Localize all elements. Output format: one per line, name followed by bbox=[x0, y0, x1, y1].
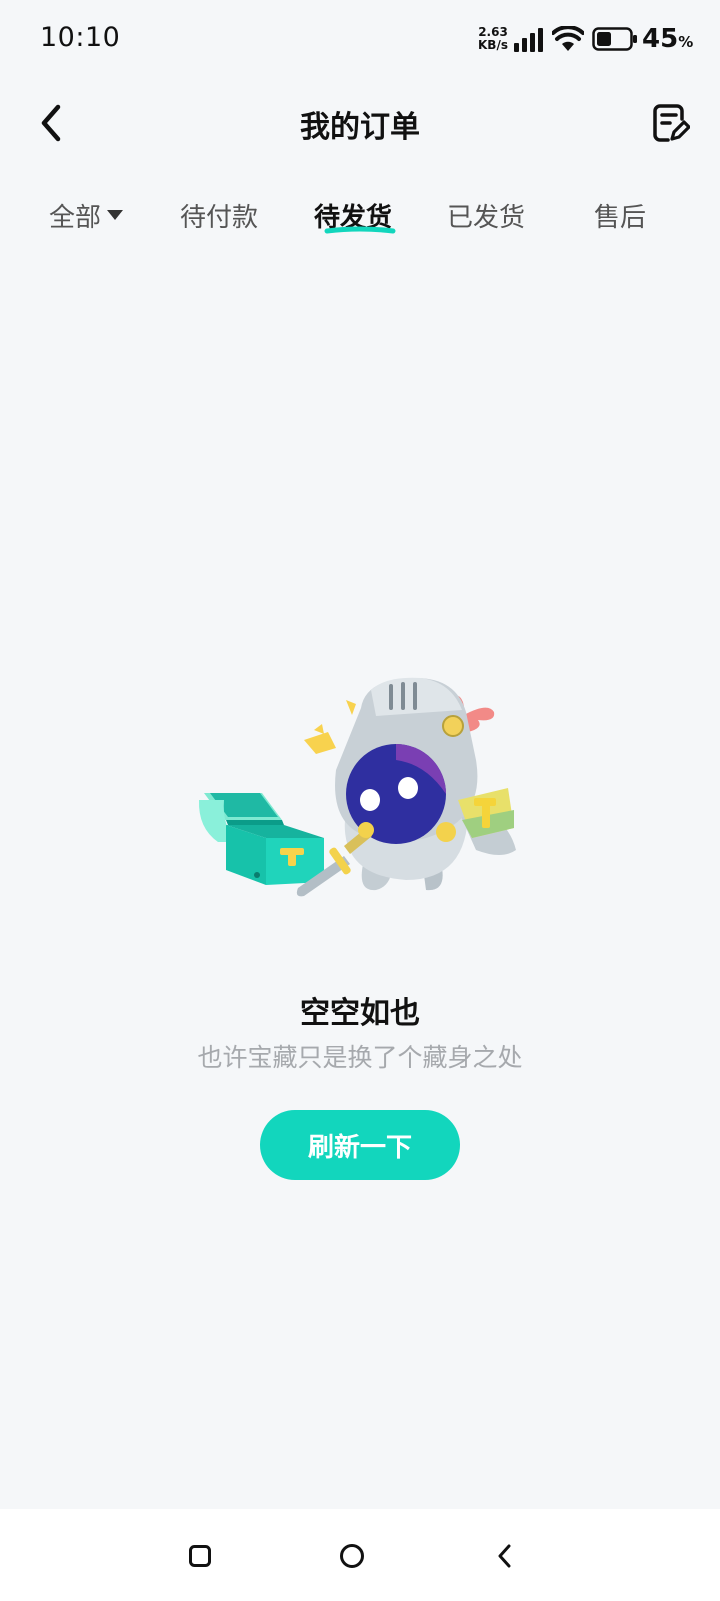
system-back-button[interactable] bbox=[480, 1531, 530, 1581]
battery-percent-unit: % bbox=[678, 33, 694, 51]
tab-shipped-label: 已发货 bbox=[447, 202, 526, 233]
tab-pending-payment-label: 待付款 bbox=[180, 202, 259, 233]
treasure-chest-icon bbox=[198, 793, 324, 885]
tab-after-sales-label: 售后 bbox=[594, 202, 647, 233]
page-title: 我的订单 bbox=[300, 110, 420, 145]
tab-shipped[interactable]: 已发货 bbox=[447, 190, 525, 240]
tab-all[interactable]: 全部 bbox=[49, 190, 124, 240]
knight-mascot-illustration bbox=[198, 677, 516, 897]
network-speed-unit: KB/s bbox=[478, 38, 508, 52]
empty-state-subtitle: 也许宝藏只是换了个藏身之处 bbox=[197, 1043, 523, 1072]
network-speed: 2.63 KB/s bbox=[476, 26, 510, 52]
status-bar: 10:10 2.63 KB/s 45% bbox=[0, 0, 720, 80]
system-nav-bar bbox=[0, 1509, 720, 1601]
header: 我的订单 bbox=[0, 88, 720, 160]
home-circle-icon bbox=[340, 1544, 364, 1568]
tab-all-label: 全部 bbox=[49, 202, 102, 233]
wifi-icon bbox=[552, 26, 584, 51]
battery-icon bbox=[592, 27, 637, 51]
order-tabs: 全部 待付款 待发货 已发货 售后 bbox=[0, 190, 720, 250]
recents-button[interactable] bbox=[175, 1531, 225, 1581]
status-time: 10:10 bbox=[40, 22, 121, 53]
edit-note-icon bbox=[653, 104, 690, 142]
tab-pending-payment[interactable]: 待付款 bbox=[180, 190, 258, 240]
battery-percent: 45% bbox=[642, 24, 693, 54]
order-notes-button[interactable] bbox=[650, 100, 692, 146]
back-chevron-icon bbox=[498, 1544, 511, 1568]
active-tab-indicator bbox=[324, 226, 396, 234]
recents-square-icon bbox=[189, 1545, 211, 1567]
signal-icon bbox=[514, 28, 543, 52]
caret-down-icon bbox=[107, 210, 124, 220]
home-button[interactable] bbox=[327, 1531, 377, 1581]
refresh-button[interactable]: 刷新一下 bbox=[260, 1110, 460, 1180]
tab-after-sales[interactable]: 售后 bbox=[594, 190, 646, 240]
empty-state-title: 空空如也 bbox=[300, 996, 420, 1031]
battery-percent-value: 45 bbox=[642, 24, 679, 54]
